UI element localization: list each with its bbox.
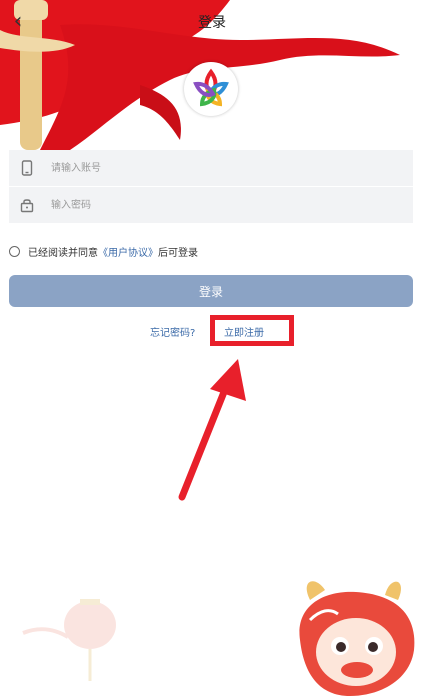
agreement-prefix: 已经阅读并同意 (28, 247, 98, 259)
app-logo (184, 62, 238, 116)
phone-icon (21, 160, 33, 176)
forgot-password-link[interactable]: 忘记密码? (150, 324, 195, 339)
password-input[interactable] (49, 198, 413, 212)
user-agreement-link[interactable]: 《用户协议》 (98, 244, 158, 259)
agreement-checkbox[interactable] (9, 245, 20, 257)
page-title: 登录 (198, 15, 226, 31)
red-arrow-icon (178, 359, 246, 501)
account-row (9, 150, 413, 186)
lock-icon (20, 199, 34, 213)
agreement-row: 已经阅读并同意 《用户协议》 后可登录 (9, 243, 198, 259)
lantern-decoration (22, 599, 116, 681)
account-input[interactable] (49, 161, 413, 175)
password-row (9, 187, 413, 223)
agreement-suffix: 后可登录 (158, 247, 198, 259)
star-ribbon-logo (193, 68, 229, 107)
dragon-mascot-decoration (299, 581, 415, 696)
highlight-box (210, 315, 294, 346)
login-button[interactable]: 登录 (9, 275, 413, 307)
